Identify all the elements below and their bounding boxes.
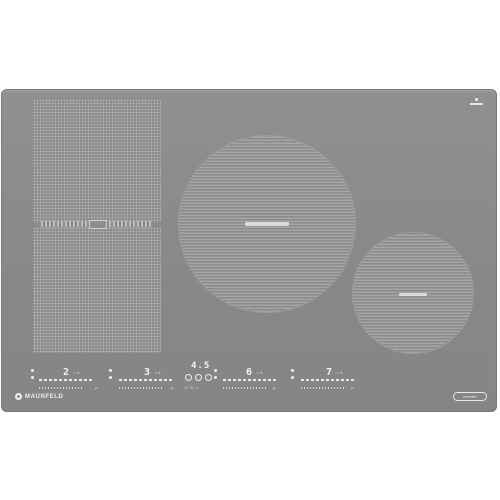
lock-icon[interactable]: ▷ ⏻ ⊃ [185,385,199,390]
induction-hob: 2 ᵖ ᴮ P 3 ᵖ ᴮ P 4.5 ▷ ⏻ ⊃ 6 ᵖ ᴮ P 7 ᵖ ᴮ … [1,89,497,412]
power-scale [301,387,346,389]
zone-unit-label: ᵖ ᴮ [74,371,80,376]
zone-display: 3 [144,367,152,378]
power-slider[interactable] [119,379,174,381]
zone-label-large [245,222,289,226]
zone-display: 6 [246,367,254,378]
zone-select-dot[interactable] [31,376,34,379]
power-icon[interactable] [195,374,202,381]
power-slider[interactable] [39,379,94,381]
flex-zone-rear [33,99,161,223]
zone-select-dot[interactable] [291,369,294,372]
hot-indicator-icon [467,98,485,106]
brand-logo: MAUNFELD [15,393,63,400]
brand-logo-icon [15,393,22,400]
flex-zone-front [33,227,161,353]
power-scale [223,387,268,389]
inverter-badge: Inverter [453,392,487,401]
zone-unit-label: ᵖ ᴮ [257,371,263,376]
zone-select-dot[interactable] [214,376,217,379]
cooking-zone-large [179,136,355,312]
timer-plus-icon[interactable] [205,374,212,381]
zone-select-dot[interactable] [109,376,112,379]
zone-unit-label: ᵖ ᴮ [155,371,161,376]
boost-label[interactable]: P [171,386,174,391]
inverter-text: Inverter [463,394,477,399]
boost-label[interactable]: P [273,386,276,391]
cooking-zone-small [353,233,473,353]
zone-select-dot[interactable] [31,369,34,372]
timer-minus-icon[interactable] [185,374,192,381]
timer-display: 4.5 [191,361,211,371]
bridge-icon [89,220,107,229]
power-scale [119,387,164,389]
zone-select-dot[interactable] [291,376,294,379]
zone-select-dot[interactable] [109,369,112,372]
zone-label-small [399,293,427,296]
zone-display: 2 [63,367,71,378]
zone-unit-label: ᵖ ᴮ [337,371,343,376]
zone-display: 7 [326,367,334,378]
brand-logo-text: MAUNFELD [25,393,64,400]
power-scale [39,387,84,389]
power-slider[interactable] [301,379,356,381]
boost-label[interactable]: P [95,386,98,391]
zone-select-dot[interactable] [214,369,217,372]
power-slider[interactable] [223,379,278,381]
boost-label[interactable]: P [351,386,354,391]
